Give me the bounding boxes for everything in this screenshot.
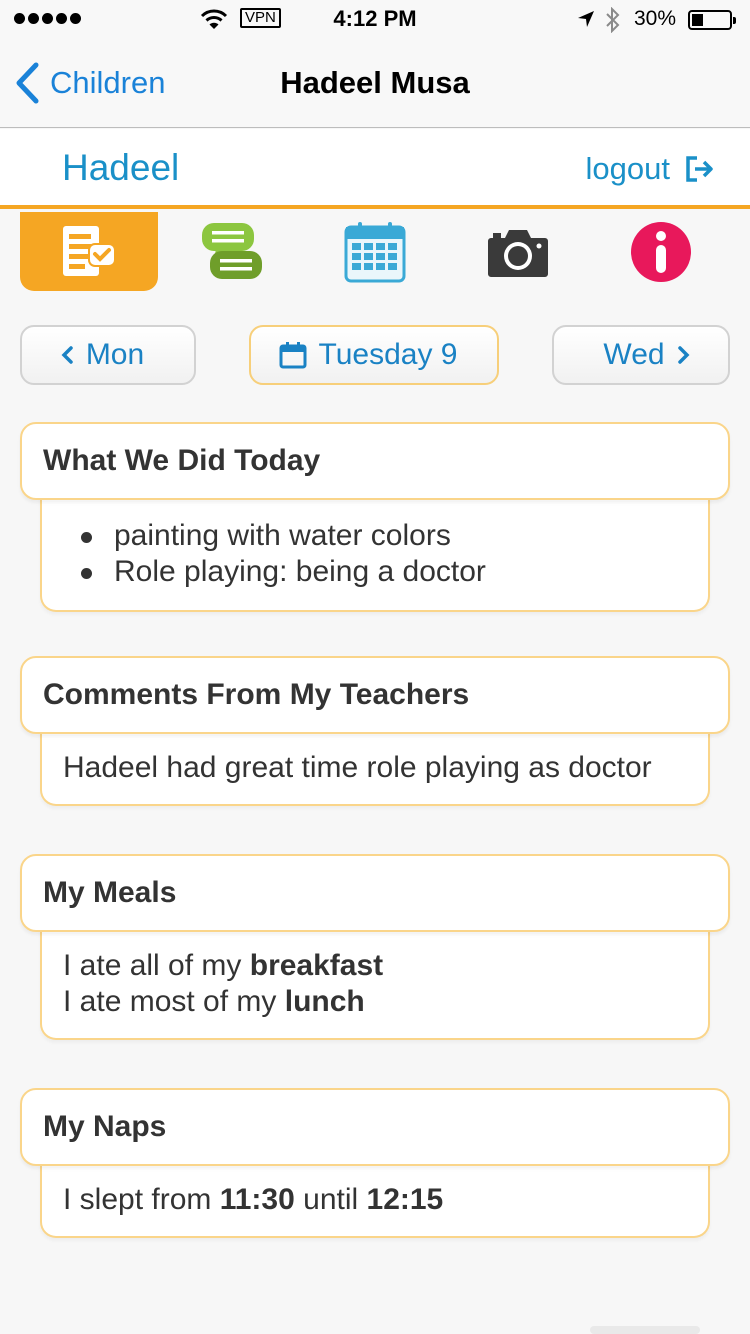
list-item: Role playing: being a doctor bbox=[63, 554, 687, 590]
comments-card-header: Comments From My Teachers bbox=[20, 656, 730, 734]
tab-photos[interactable] bbox=[449, 212, 587, 291]
meal-line-text: I ate most of my bbox=[63, 985, 285, 1018]
calendar-small-icon bbox=[279, 342, 306, 369]
status-bar: VPN 4:12 PM 30% bbox=[0, 0, 750, 40]
activities-card-body: painting with water colors Role playing:… bbox=[40, 496, 710, 612]
next-day-label: Wed bbox=[603, 338, 665, 371]
navigation-bar: Children Hadeel Musa bbox=[0, 40, 750, 128]
nap-text: I slept from bbox=[63, 1183, 220, 1216]
previous-day-label: Mon bbox=[85, 338, 145, 371]
meal-name: breakfast bbox=[249, 949, 384, 982]
calendar-icon bbox=[344, 221, 406, 282]
activities-title: What We Did Today bbox=[43, 444, 321, 477]
comments-title: Comments From My Teachers bbox=[43, 678, 470, 711]
page-title: Hadeel Musa bbox=[280, 65, 470, 100]
camera-icon bbox=[488, 229, 548, 277]
home-indicator bbox=[590, 1326, 700, 1334]
nap-start-time: 11:30 bbox=[219, 1183, 295, 1216]
comments-card: Comments From My Teachers Hadeel had gre… bbox=[20, 656, 730, 806]
location-arrow-icon bbox=[578, 11, 594, 27]
battery-icon bbox=[688, 10, 736, 30]
tab-messages[interactable] bbox=[163, 212, 301, 291]
naps-card-body: I slept from 11:30 until 12:15 bbox=[40, 1162, 710, 1238]
tab-daily-report[interactable] bbox=[20, 212, 158, 291]
teacher-comment: Hadeel had great time role playing as do… bbox=[63, 751, 652, 784]
meals-card: My Meals I ate all of my breakfast I ate… bbox=[20, 854, 730, 1040]
activities-card-header: What We Did Today bbox=[20, 422, 730, 500]
activities-card: What We Did Today painting with water co… bbox=[20, 422, 730, 612]
tab-calendar[interactable] bbox=[306, 212, 444, 291]
nap-text: until bbox=[294, 1183, 367, 1216]
info-icon bbox=[631, 221, 691, 282]
chevron-left-icon bbox=[61, 346, 73, 364]
naps-card: My Naps I slept from 11:30 until 12:15 bbox=[20, 1088, 730, 1238]
child-header: Hadeel logout bbox=[0, 129, 750, 209]
child-name: Hadeel bbox=[62, 147, 180, 188]
meals-card-header: My Meals bbox=[20, 854, 730, 932]
comments-card-body: Hadeel had great time role playing as do… bbox=[40, 730, 710, 806]
activities-list: painting with water colors Role playing:… bbox=[63, 518, 687, 590]
logout-icon bbox=[686, 156, 713, 182]
current-day-label: Tuesday 9 bbox=[318, 338, 458, 371]
chevron-right-icon bbox=[677, 346, 690, 364]
section-tabs bbox=[20, 212, 730, 292]
meal-line: I ate most of my lunch bbox=[63, 984, 687, 1020]
meal-line-text: I ate all of my bbox=[63, 949, 250, 982]
list-item: painting with water colors bbox=[63, 518, 687, 554]
battery-percentage: 30% bbox=[634, 7, 677, 30]
logout-label: logout bbox=[585, 151, 670, 186]
daily-report-icon bbox=[63, 225, 116, 276]
meal-line: I ate all of my breakfast bbox=[63, 948, 687, 984]
nap-line: I slept from 11:30 until 12:15 bbox=[63, 1182, 687, 1218]
naps-card-header: My Naps bbox=[20, 1088, 730, 1166]
chat-icon bbox=[202, 222, 262, 279]
meals-title: My Meals bbox=[43, 876, 177, 909]
nap-end-time: 12:15 bbox=[366, 1183, 444, 1216]
previous-day-button[interactable]: Mon bbox=[20, 325, 196, 385]
logout-button[interactable]: logout bbox=[586, 151, 714, 187]
next-day-button[interactable]: Wed bbox=[552, 325, 730, 385]
meals-card-body: I ate all of my breakfast I ate most of … bbox=[40, 928, 710, 1040]
tab-info[interactable] bbox=[592, 212, 730, 291]
meal-name: lunch bbox=[284, 985, 365, 1018]
current-day-button[interactable]: Tuesday 9 bbox=[249, 325, 499, 385]
bluetooth-icon bbox=[606, 7, 620, 33]
naps-title: My Naps bbox=[43, 1110, 167, 1143]
